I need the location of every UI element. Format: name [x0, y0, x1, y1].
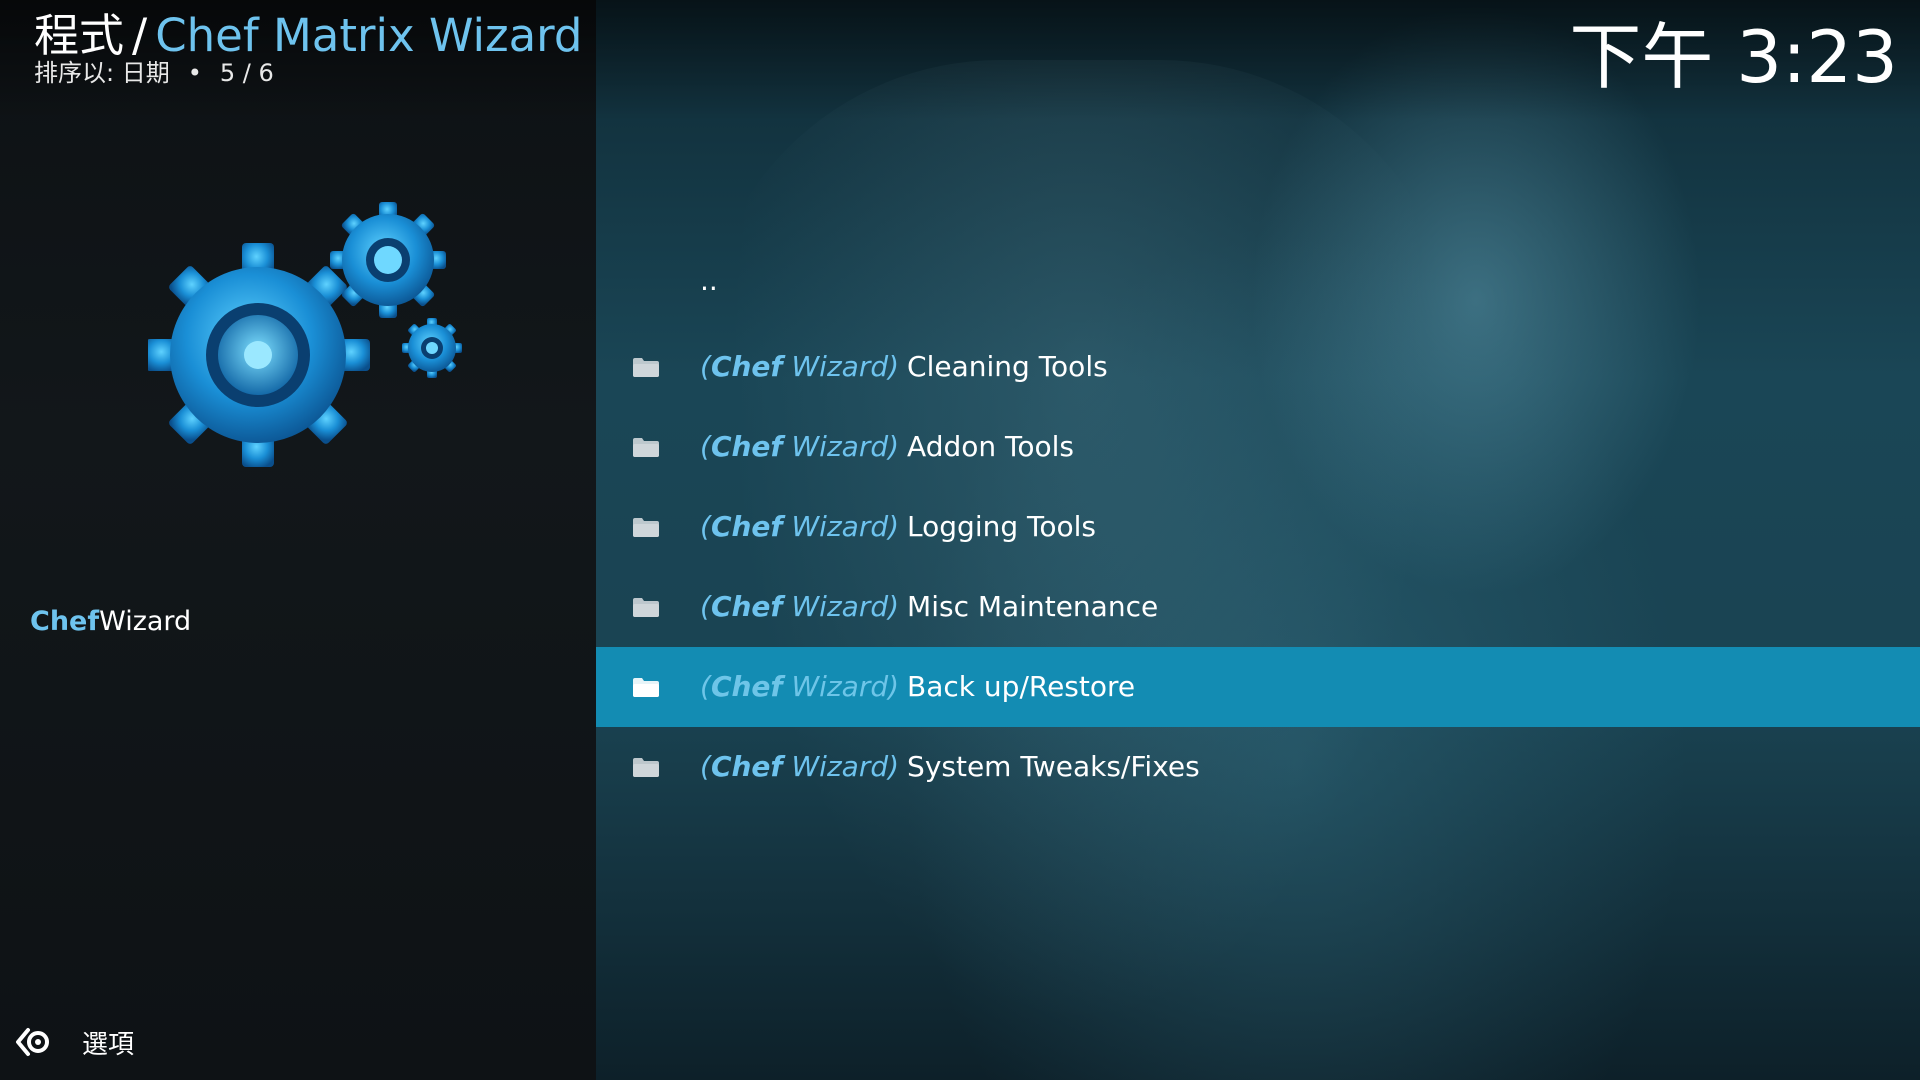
- list-item-prefix: (Chef Wizard): [700, 670, 900, 703]
- addon-name-accent: Chef: [30, 606, 100, 637]
- prefix-chef: Chef: [710, 430, 783, 463]
- sort-label: 排序以: 日期: [34, 59, 170, 87]
- list-item[interactable]: (Chef Wizard) System Tweaks/Fixes: [596, 727, 1920, 807]
- options-icon: [12, 1024, 52, 1060]
- prefix-chef: Chef: [710, 350, 783, 383]
- options-label: 選項: [82, 1029, 135, 1060]
- list-item[interactable]: (Chef Wizard) Cleaning Tools: [596, 327, 1920, 407]
- breadcrumb: 程式 / Chef Matrix Wizard: [34, 8, 582, 64]
- list-item-text: (Chef Wizard) Misc Maintenance: [700, 589, 1158, 625]
- folder-icon: [632, 675, 660, 699]
- folder-icon: [632, 755, 660, 779]
- addon-name-rest: Wizard: [99, 606, 192, 637]
- folder-icon: [632, 515, 660, 539]
- breadcrumb-current: Chef Matrix Wizard: [155, 9, 583, 62]
- prefix-chef: Chef: [710, 670, 783, 703]
- clock: 下午 3:23: [1569, 15, 1898, 99]
- list-item[interactable]: (Chef Wizard) Addon Tools: [596, 407, 1920, 487]
- prefix-rest: Wizard: [782, 350, 889, 383]
- folder-icon: [632, 595, 660, 619]
- prefix-chef: Chef: [710, 750, 783, 783]
- info-panel-background: [0, 0, 596, 1080]
- header: 程式 / Chef Matrix Wizard 排序以: 日期 • 5 / 6: [34, 8, 582, 88]
- options-button[interactable]: 選項: [12, 1024, 134, 1060]
- folder-icon: [632, 435, 660, 459]
- prefix-rest: Wizard: [782, 590, 889, 623]
- list-item-text: (Chef Wizard) Addon Tools: [700, 429, 1074, 465]
- prefix-rest: Wizard: [782, 750, 889, 783]
- parent-folder-label: ..: [700, 264, 718, 297]
- breadcrumb-separator: /: [132, 9, 148, 62]
- list-item-text: (Chef Wizard) Back up/Restore: [700, 669, 1135, 705]
- list-item[interactable]: (Chef Wizard) Misc Maintenance: [596, 567, 1920, 647]
- bullet: •: [187, 59, 202, 87]
- list-item-prefix: (Chef Wizard): [700, 510, 900, 543]
- list-item-text: (Chef Wizard) Cleaning Tools: [700, 349, 1108, 385]
- kodi-window: 程式 / Chef Matrix Wizard 排序以: 日期 • 5 / 6 下午 3…: [0, 0, 1920, 1080]
- list-item-label: Logging Tools: [907, 510, 1097, 543]
- breadcrumb-root: 程式: [34, 9, 125, 62]
- list-item-label: System Tweaks/Fixes: [907, 750, 1200, 783]
- item-position: 5 / 6: [219, 59, 274, 87]
- prefix-rest: Wizard: [782, 670, 889, 703]
- list-item-text: (Chef Wizard) Logging Tools: [700, 509, 1096, 545]
- folder-icon: [632, 355, 660, 379]
- file-list: .. (Chef Wizard) Cleaning Tools (Chef Wiza…: [596, 247, 1920, 807]
- list-item[interactable]: (Chef Wizard) Logging Tools: [596, 487, 1920, 567]
- prefix-chef: Chef: [710, 590, 783, 623]
- prefix-chef: Chef: [710, 510, 783, 543]
- list-item-label: Misc Maintenance: [907, 590, 1159, 623]
- addon-name: ChefWizard: [30, 604, 191, 640]
- parent-folder-item[interactable]: ..: [596, 247, 1920, 327]
- gears-icon: [148, 202, 462, 467]
- list-item-prefix: (Chef Wizard): [700, 750, 900, 783]
- list-item-prefix: (Chef Wizard): [700, 590, 900, 623]
- prefix-rest: Wizard: [782, 510, 889, 543]
- prefix-rest: Wizard: [782, 430, 889, 463]
- list-item-prefix: (Chef Wizard): [700, 430, 900, 463]
- list-item-label: Addon Tools: [907, 430, 1075, 463]
- list-item-prefix: (Chef Wizard): [700, 350, 900, 383]
- list-item[interactable]: (Chef Wizard) Back up/Restore: [596, 647, 1920, 727]
- list-item-text: (Chef Wizard) System Tweaks/Fixes: [700, 749, 1200, 785]
- list-item-label: Cleaning Tools: [907, 350, 1108, 383]
- list-item-label: Back up/Restore: [907, 670, 1136, 703]
